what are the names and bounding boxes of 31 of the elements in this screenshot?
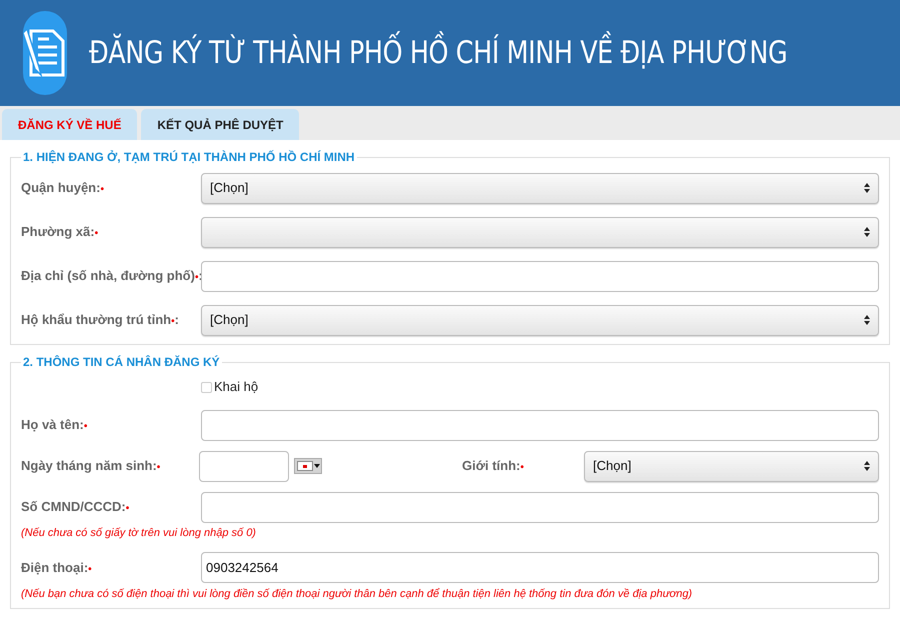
text-field[interactable]	[201, 410, 879, 440]
select-arrows-icon	[864, 461, 870, 471]
select-dropdown[interactable]: [Chọn]	[584, 450, 879, 482]
document-pen-icon	[23, 11, 67, 95]
field-label: Quận huyện:•	[21, 180, 104, 195]
field-label: Điện thoại:•	[21, 560, 92, 574]
section-title: 1. HIỆN ĐANG Ở, TẠM TRÚ TẠI THÀNH PHỐ HỒ CHÍ MINH	[22, 149, 356, 166]
field-label: Họ và tên:•	[21, 417, 88, 432]
select-dropdown[interactable]	[201, 216, 879, 248]
text-field[interactable]: 0903242564	[201, 552, 879, 583]
field-label: Số CMND/CCCD:•	[21, 499, 130, 514]
page-title: ĐĂNG KÝ TỪ THÀNH PHỐ HỒ CHÍ MINH VỀ ĐỊA PHƯƠNG	[89, 30, 788, 76]
hint-text: (Nếu bạn chưa có số điện thoại thì vui lòng điền số điện thoại người thân bên cạnh để thuận tiện liên hệ thống tin đưa đón về địa phương)	[21, 586, 694, 602]
field-label: Ngày tháng năm sinh:•	[21, 458, 160, 473]
field-label: Hộ khẩu thường trú tỉnh•:	[21, 312, 179, 327]
text-field[interactable]	[199, 450, 289, 482]
select-arrows-icon	[864, 315, 870, 325]
field-label: Phường xã:•	[21, 224, 98, 239]
tab[interactable]: KẾT QUẢ PHÊ DUYỆT	[141, 109, 300, 140]
text-field[interactable]	[201, 492, 879, 522]
text-field[interactable]	[201, 260, 879, 292]
section-title: 2. THÔNG TIN CÁ NHÂN ĐĂNG KÝ	[22, 354, 221, 371]
checkbox[interactable]	[201, 382, 212, 392]
select-arrows-icon	[864, 183, 870, 193]
hint-text: (Nếu chưa có số giấy tờ trên vui lòng nhập số 0)	[21, 526, 257, 541]
select-dropdown[interactable]: [Chọn]	[201, 304, 879, 336]
field-label: Giới tính:•	[462, 458, 524, 473]
select-dropdown[interactable]: [Chọn]	[201, 172, 879, 204]
select-arrows-icon	[864, 227, 870, 237]
checkbox-label: Khai hộ	[214, 378, 258, 396]
calendar-picker-icon[interactable]	[294, 458, 322, 474]
